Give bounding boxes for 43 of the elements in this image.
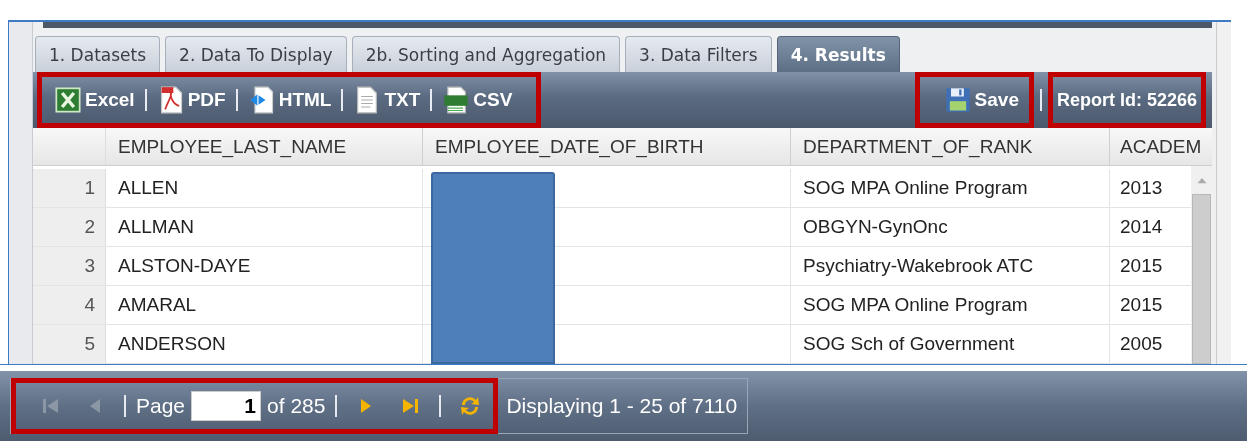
column-header[interactable]: ACADEM bbox=[1110, 128, 1200, 165]
paging-status-label: Displaying 1 - 25 of 7110 bbox=[506, 394, 738, 418]
row-number: 1 bbox=[33, 169, 106, 207]
row-number: 2 bbox=[33, 208, 106, 246]
table-cell-text: 2005 bbox=[1119, 332, 1164, 356]
table-cell: AMARAL bbox=[106, 286, 423, 324]
table-cell-text: 2015 bbox=[1119, 254, 1164, 278]
page-number-field[interactable]: 1 bbox=[191, 391, 262, 421]
tab[interactable]: 4. Results bbox=[776, 36, 900, 72]
table-cell: ALSTON-DAYE bbox=[106, 247, 423, 285]
table-cell: SOG Sch of Government bbox=[791, 325, 1110, 363]
row-number: 3 bbox=[33, 247, 106, 285]
table-cell: ANDERSON bbox=[106, 325, 423, 363]
export-button[interactable]: CSV bbox=[438, 82, 517, 118]
table-cell-text: 2015 bbox=[1119, 293, 1164, 317]
column-header[interactable]: EMPLOYEE_LAST_NAME bbox=[106, 128, 423, 165]
tab[interactable]: 1. Datasets bbox=[35, 36, 161, 72]
scroll-thumb[interactable] bbox=[1192, 194, 1211, 364]
table-cell: SOG MPA Online Program bbox=[791, 286, 1110, 324]
page-label: Page bbox=[136, 394, 186, 418]
tab[interactable]: 3. Data Filters bbox=[625, 36, 772, 72]
vertical-scrollbar[interactable] bbox=[1191, 166, 1212, 364]
column-header[interactable]: EMPLOYEE_DATE_OF_BIRTH bbox=[423, 128, 791, 165]
save-icon bbox=[943, 86, 972, 114]
page-count-label: of 285 bbox=[267, 394, 326, 418]
column-header[interactable]: DEPARTMENT_OF_RANK bbox=[791, 128, 1110, 165]
table-cell: Psychiatry-Wakebrook ATC bbox=[791, 247, 1110, 285]
spreadsheet-icon bbox=[54, 86, 82, 114]
table-cell: OBGYN-GynOnc bbox=[791, 208, 1110, 246]
table-cell: ALLEN bbox=[106, 169, 423, 207]
export-button[interactable]: TXT bbox=[349, 82, 425, 118]
row-number: 5 bbox=[33, 325, 106, 363]
export-button[interactable]: Excel bbox=[50, 82, 139, 118]
tab[interactable]: 2b. Sorting and Aggregation bbox=[351, 36, 621, 72]
row-number: 4 bbox=[33, 286, 106, 324]
table-cell: SOG MPA Online Program bbox=[791, 169, 1110, 207]
table-cell: ALLMAN bbox=[106, 208, 423, 246]
export-button[interactable]: HTML bbox=[243, 82, 336, 118]
report-id-label: Report Id: 52266 bbox=[1056, 89, 1197, 111]
table-cell-text: 2013 bbox=[1119, 176, 1164, 200]
tab[interactable]: 2. Data To Display bbox=[165, 36, 347, 72]
export-button[interactable]: PDF bbox=[152, 82, 230, 118]
table-cell-text: 2014 bbox=[1119, 215, 1164, 239]
